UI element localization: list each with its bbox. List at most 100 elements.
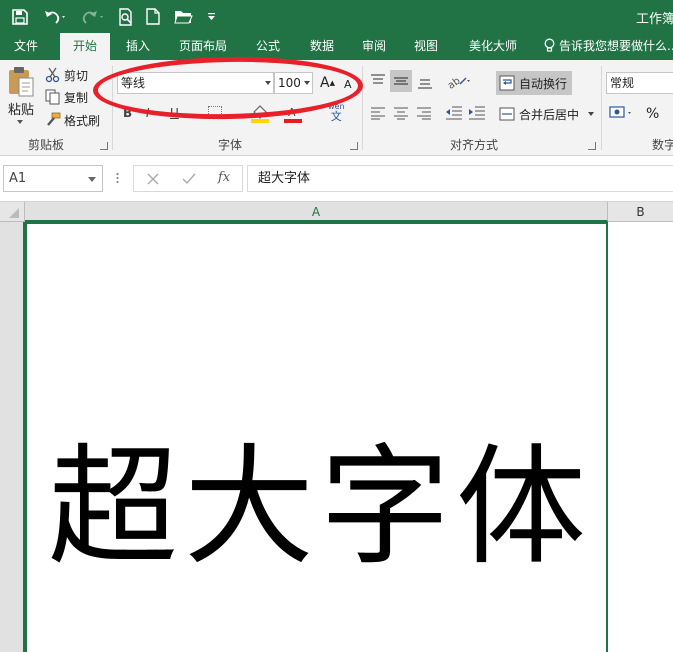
formula-buttons: fx <box>133 165 243 192</box>
cell-b1[interactable] <box>610 222 673 652</box>
group-divider <box>112 66 113 150</box>
cell-a1-text: 超大字体 <box>48 431 593 583</box>
svg-text:ab: ab <box>446 76 463 90</box>
wrap-text-label: 自动换行 <box>519 76 568 91</box>
group-divider <box>362 66 363 150</box>
column-header-b[interactable]: B <box>608 202 673 222</box>
font-color-icon[interactable]: A <box>283 104 303 127</box>
fill-color-icon[interactable] <box>250 104 270 127</box>
font-name-combo[interactable]: 等线 <box>117 72 274 94</box>
open-folder-icon[interactable] <box>172 0 194 33</box>
font-launcher-icon[interactable] <box>350 142 358 150</box>
merge-center-label: 合并后居中 <box>519 107 580 122</box>
alignment-group-label: 对齐方式 <box>450 138 499 152</box>
percent-button[interactable]: % <box>646 106 659 122</box>
align-top-icon[interactable] <box>370 74 386 91</box>
customize-icon[interactable] <box>204 0 218 33</box>
redo-icon[interactable] <box>80 0 106 33</box>
format-painter-button[interactable]: 格式刷 <box>45 112 100 128</box>
row-header-1[interactable] <box>0 222 25 652</box>
font-size-value: 100 <box>278 76 301 90</box>
currency-icon[interactable] <box>609 104 635 125</box>
formula-bar: A1 fx 超大字体 <box>0 156 673 202</box>
paste-icon[interactable] <box>8 66 34 101</box>
merge-center-icon <box>499 107 515 121</box>
shrink-font-label: A <box>344 78 352 91</box>
chevron-down-icon <box>304 81 310 85</box>
align-center-icon[interactable] <box>393 106 409 123</box>
worksheet-grid: A B <box>0 202 673 652</box>
caret-up-icon: ▲ <box>329 79 335 87</box>
alignment-launcher-icon[interactable] <box>588 142 596 150</box>
tab-insert[interactable]: 插入 <box>116 33 160 60</box>
clipboard-launcher-icon[interactable] <box>100 142 108 150</box>
tab-data[interactable]: 数据 <box>300 33 344 60</box>
insert-function-button[interactable]: fx <box>218 170 230 185</box>
phonetic-guide-button[interactable]: wén 文 <box>328 102 345 123</box>
underline-button[interactable]: U <box>170 106 179 120</box>
number-format-value: 常规 <box>610 76 635 90</box>
formula-input[interactable]: 超大字体 <box>247 165 673 192</box>
shrink-font-button[interactable]: A <box>344 78 352 91</box>
merge-center-button[interactable]: 合并后居中 <box>499 105 595 123</box>
copy-button[interactable]: 复制 <box>45 89 88 105</box>
title-bar: 工作簿 <box>0 0 673 33</box>
cut-label: 剪切 <box>64 68 89 83</box>
enter-icon[interactable] <box>182 172 196 189</box>
tab-beautify[interactable]: 美化大师 <box>460 33 526 60</box>
select-all-button[interactable] <box>0 202 25 222</box>
grow-font-button[interactable]: A ▲ <box>320 75 335 91</box>
font-name-value: 等线 <box>121 76 146 90</box>
decrease-indent-icon[interactable] <box>445 105 463 124</box>
save-icon[interactable] <box>8 0 32 33</box>
number-group-label: 数字 <box>652 138 673 152</box>
orientation-icon[interactable]: ab <box>446 72 472 93</box>
chevron-down-icon <box>265 81 271 85</box>
excel-window: 工作簿 文件 开始 插入 页面布局 公式 数据 审阅 视图 美化大师 告诉我您想… <box>0 0 673 652</box>
tab-review[interactable]: 审阅 <box>352 33 396 60</box>
tell-me-text: 告诉我您想要做什么... <box>559 39 673 53</box>
group-divider <box>601 66 602 150</box>
number-format-combo[interactable]: 常规 <box>606 72 673 94</box>
clipboard-group-label: 剪贴板 <box>28 138 65 152</box>
border-icon[interactable] <box>208 106 222 118</box>
resize-grip-icon[interactable] <box>116 170 119 186</box>
align-middle-icon[interactable] <box>390 70 412 92</box>
window-title: 工作簿 <box>636 12 673 27</box>
increase-indent-icon[interactable] <box>468 105 486 124</box>
tell-me-search[interactable]: 告诉我您想要做什么... <box>544 33 673 60</box>
wrap-text-icon <box>499 75 515 91</box>
cancel-icon[interactable] <box>146 172 160 189</box>
name-box[interactable]: A1 <box>3 165 103 192</box>
brush-icon <box>47 112 61 126</box>
tab-file[interactable]: 文件 <box>2 33 50 60</box>
new-file-icon[interactable] <box>144 0 162 33</box>
undo-icon[interactable] <box>42 0 68 33</box>
scissors-icon <box>45 67 60 83</box>
wrap-text-button[interactable]: 自动换行 <box>496 71 573 95</box>
tab-home[interactable]: 开始 <box>60 33 110 61</box>
tab-page-layout[interactable]: 页面布局 <box>170 33 236 60</box>
paste-dropdown-icon[interactable] <box>17 120 23 124</box>
column-header-a[interactable]: A <box>25 202 608 222</box>
chevron-down-icon <box>88 177 96 182</box>
paste-button[interactable]: 粘贴 <box>8 99 34 118</box>
copy-label: 复制 <box>64 90 89 105</box>
tab-view[interactable]: 视图 <box>404 33 448 60</box>
align-bottom-icon[interactable] <box>417 74 433 93</box>
lightbulb-icon <box>544 38 555 52</box>
copy-icon <box>45 89 60 105</box>
print-preview-icon[interactable] <box>116 0 136 33</box>
ribbon-tab-bar: 文件 开始 插入 页面布局 公式 数据 审阅 视图 美化大师 告诉我您想要做什么… <box>0 33 673 61</box>
align-right-icon[interactable] <box>416 106 432 123</box>
cut-button[interactable]: 剪切 <box>45 67 88 83</box>
phonetic-char-icon: 文 <box>330 110 342 123</box>
bold-button[interactable]: B <box>123 106 132 120</box>
ribbon-home: 粘贴 剪切 复制 格式刷 剪贴板 等线 100 A ▲ A B I U A wé… <box>0 60 673 156</box>
svg-text:A: A <box>288 106 296 119</box>
italic-button[interactable]: I <box>146 106 150 120</box>
chevron-down-icon <box>588 112 595 116</box>
font-size-combo[interactable]: 100 <box>274 72 313 94</box>
tab-formulas[interactable]: 公式 <box>246 33 290 60</box>
align-left-icon[interactable] <box>370 106 386 123</box>
